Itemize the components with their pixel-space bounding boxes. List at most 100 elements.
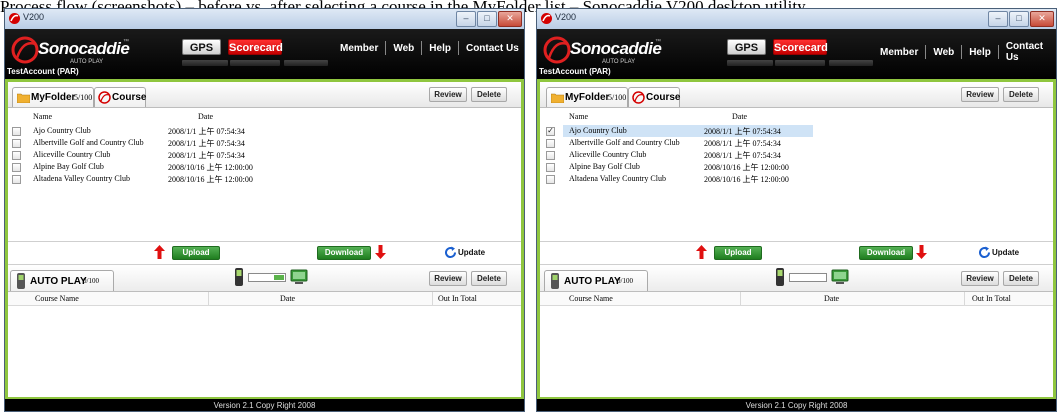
refresh-icon[interactable]	[978, 246, 991, 259]
transfer-bar: Upload Download Update	[540, 241, 1053, 265]
course-name: Albertville Golf and Country Club	[569, 138, 680, 147]
autoplay-review-button[interactable]: Review	[429, 271, 467, 286]
title-bar[interactable]: V200 – □ ✕	[537, 9, 1056, 29]
nav-help[interactable]: Help	[969, 47, 991, 58]
row-checkbox[interactable]	[12, 127, 21, 136]
title-bar[interactable]: V200 – □ ✕	[5, 9, 524, 29]
course-name: Ajo Country Club	[569, 126, 627, 135]
close-button[interactable]: ✕	[498, 11, 522, 27]
folder-tabstrip: MyFolder 5/100 Course Review Delete	[8, 82, 521, 108]
list-item[interactable]: Altadena Valley Country Club 2008/10/16 …	[8, 173, 308, 185]
row-checkbox[interactable]	[546, 151, 555, 160]
top-nav: Member Web Help Contact Us	[880, 41, 1056, 63]
tab-scorecard[interactable]: Scorecard	[773, 39, 828, 55]
upload-button[interactable]: Upload	[714, 246, 762, 260]
maximize-button[interactable]: □	[1009, 11, 1029, 27]
nav-web[interactable]: Web	[933, 47, 954, 58]
list-item[interactable]: Altadena Valley Country Club 2008/10/16 …	[540, 173, 840, 185]
list-item[interactable]: Ajo Country Club 2008/1/1 上午 07:54:34	[8, 125, 308, 137]
upload-button[interactable]: Upload	[172, 246, 220, 260]
autoplay-count: 0/100	[617, 277, 633, 285]
list-item[interactable]: Aliceville Country Club 2008/1/1 上午 07:5…	[8, 149, 308, 161]
list-item[interactable]: ✓ Ajo Country Club 2008/1/1 上午 07:54:34	[540, 125, 840, 137]
app-window-before: V200 – □ ✕ Sonocaddie ™ AUTO PLAY GPS Sc…	[4, 8, 525, 412]
tab-gps[interactable]: GPS	[182, 39, 221, 55]
down-arrow-icon	[375, 245, 386, 259]
course-date: 2008/1/1 上午 07:54:34	[168, 151, 245, 160]
col-header-course-name: Course Name	[35, 294, 79, 303]
row-checkbox[interactable]: ✓	[546, 127, 555, 136]
course-tab-label: Course	[646, 92, 681, 103]
delete-button[interactable]: Delete	[471, 87, 507, 102]
course-date: 2008/1/1 上午 07:54:34	[704, 151, 781, 160]
main-frame: MyFolder 5/100 Course Review Delete Name…	[537, 79, 1056, 399]
computer-icon	[290, 269, 308, 284]
update-button[interactable]: Update	[992, 248, 1019, 257]
nav-contact-us[interactable]: Contact Us	[1006, 41, 1056, 63]
list-item[interactable]: Aliceville Country Club 2008/1/1 上午 07:5…	[540, 149, 840, 161]
list-item[interactable]: Alpine Bay Golf Club 2008/10/16 上午 12:00…	[8, 161, 308, 173]
list-item[interactable]: Alpine Bay Golf Club 2008/10/16 上午 12:00…	[540, 161, 840, 173]
course-name: Ajo Country Club	[33, 126, 91, 135]
minimize-button[interactable]: –	[988, 11, 1008, 27]
row-checkbox[interactable]	[546, 175, 555, 184]
autoplay-delete-button[interactable]: Delete	[1003, 271, 1039, 286]
tab-scorecard[interactable]: Scorecard	[228, 39, 283, 55]
row-checkbox[interactable]	[12, 175, 21, 184]
main-frame: MyFolder 5/100 Course Review Delete Name…	[5, 79, 524, 399]
myfolder-label: MyFolder	[31, 92, 76, 103]
folder-icon	[551, 93, 564, 103]
tab-autoplay[interactable]: AUTO PLAY 0/100	[544, 270, 648, 291]
close-button[interactable]: ✕	[1030, 11, 1054, 27]
tab-myfolder[interactable]: MyFolder 5/100	[546, 87, 628, 107]
minimize-button[interactable]: –	[456, 11, 476, 27]
review-button[interactable]: Review	[429, 87, 467, 102]
nav-contact-us[interactable]: Contact Us	[466, 43, 519, 54]
myfolder-count: 5/100	[74, 93, 93, 102]
nav-member[interactable]: Member	[340, 43, 378, 54]
list-item[interactable]: Albertville Golf and Country Club 2008/1…	[8, 137, 308, 149]
autoplay-label: AUTO PLAY	[30, 276, 87, 287]
list-item[interactable]: Albertville Golf and Country Club 2008/1…	[540, 137, 840, 149]
sync-progress-icon	[789, 273, 827, 282]
logo-swoosh-icon	[11, 36, 39, 64]
course-name: Altadena Valley Country Club	[33, 174, 130, 183]
col-header-date: Date	[732, 112, 748, 121]
row-checkbox[interactable]	[12, 151, 21, 160]
tab-gps[interactable]: GPS	[727, 39, 766, 55]
nav-underline	[829, 60, 873, 66]
row-checkbox[interactable]	[12, 139, 21, 148]
delete-button[interactable]: Delete	[1003, 87, 1039, 102]
folder-icon	[17, 93, 30, 103]
col-header-name: Name	[33, 112, 53, 121]
row-checkbox[interactable]	[12, 163, 21, 172]
autoplay-review-button[interactable]: Review	[961, 271, 999, 286]
course-date: 2008/10/16 上午 12:00:00	[168, 175, 253, 184]
update-button[interactable]: Update	[458, 248, 485, 257]
col-header-date: Date	[280, 294, 296, 303]
refresh-icon[interactable]	[444, 246, 457, 259]
maximize-button[interactable]: □	[477, 11, 497, 27]
device-icon	[17, 273, 25, 289]
sync-progress-icon	[248, 273, 286, 282]
nav-member[interactable]: Member	[880, 47, 918, 58]
nav-web[interactable]: Web	[393, 43, 414, 54]
row-checkbox[interactable]	[546, 139, 555, 148]
download-button[interactable]: Download	[317, 246, 371, 260]
tab-autoplay[interactable]: AUTO PLAY 0/100	[10, 270, 114, 291]
autoplay-delete-button[interactable]: Delete	[471, 271, 507, 286]
app-header: Sonocaddie ™ AUTO PLAY GPS Scorecard Mem…	[537, 29, 1056, 79]
autoplay-count: 0/100	[83, 277, 99, 285]
account-label: TestAccount (PAR)	[7, 67, 79, 76]
download-button[interactable]: Download	[859, 246, 913, 260]
up-arrow-icon	[696, 245, 707, 259]
review-button[interactable]: Review	[961, 87, 999, 102]
tab-course[interactable]: Course	[628, 87, 680, 107]
nav-help[interactable]: Help	[429, 43, 451, 54]
brand-tm: ™	[655, 39, 661, 45]
tab-myfolder[interactable]: MyFolder 5/100	[12, 87, 94, 107]
brand-tm: ™	[123, 39, 129, 45]
row-checkbox[interactable]	[546, 163, 555, 172]
device-icon	[551, 273, 559, 289]
tab-course[interactable]: Course	[94, 87, 146, 107]
